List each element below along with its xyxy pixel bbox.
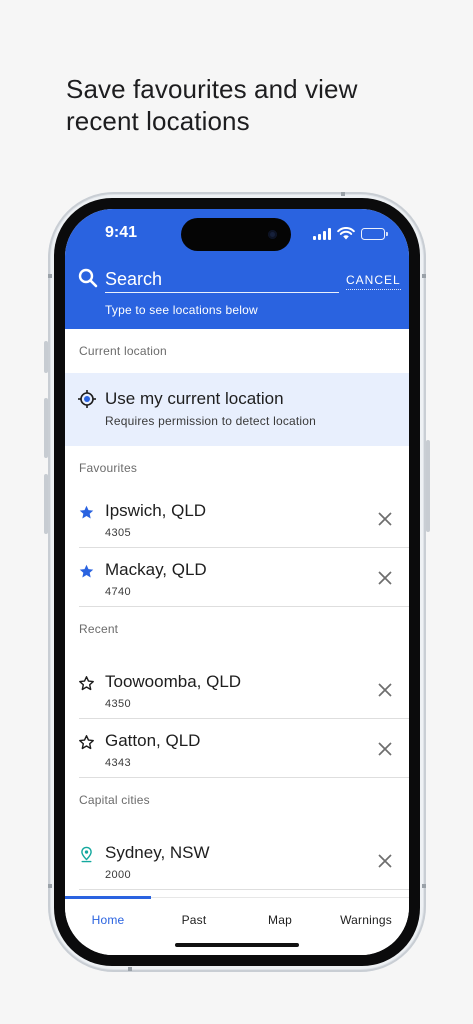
remove-capital-city-button[interactable]	[374, 850, 396, 872]
list-item-favourite[interactable]: Mackay, QLD 4740	[65, 549, 409, 607]
location-name: Gatton, QLD	[105, 731, 201, 750]
antenna-line	[128, 967, 132, 971]
current-location-title: Use my current location	[105, 389, 284, 408]
location-name: Mackay, QLD	[105, 560, 207, 579]
status-time: 9:41	[105, 224, 138, 241]
close-icon	[378, 683, 392, 697]
remove-favourite-button[interactable]	[374, 567, 396, 589]
remove-recent-button[interactable]	[374, 738, 396, 760]
location-name: Toowoomba, QLD	[105, 672, 242, 691]
promo-headline-line-1: Save favourites and view	[66, 74, 358, 104]
antenna-line	[422, 274, 426, 278]
tab-map[interactable]: Map	[237, 913, 323, 927]
list-divider	[79, 889, 409, 890]
list-divider	[79, 606, 409, 607]
remove-favourite-button[interactable]	[374, 508, 396, 530]
volume-up-button	[44, 398, 48, 458]
close-icon	[378, 571, 392, 585]
search-input[interactable]	[105, 267, 339, 293]
cancel-button[interactable]: CANCEL	[346, 273, 401, 290]
home-indicator[interactable]	[175, 943, 299, 947]
antenna-line	[48, 884, 52, 888]
promo-headline: Save favourites and view recent location…	[66, 73, 426, 137]
location-postcode: 4305	[105, 527, 132, 539]
current-location-subtitle: Requires permission to detect location	[105, 414, 317, 428]
antenna-line	[48, 274, 52, 278]
signal-icon	[313, 227, 331, 240]
location-name: Ipswich, QLD	[105, 501, 207, 520]
list-item-favourite[interactable]: Ipswich, QLD 4305	[65, 490, 409, 548]
tab-home[interactable]: Home	[65, 913, 151, 927]
list-divider	[79, 718, 409, 719]
search-header: 9:41 CANCEL Type to see locations below	[65, 209, 409, 329]
location-name: Sydney, NSW	[105, 843, 210, 862]
list-divider	[79, 777, 409, 778]
list-item-recent[interactable]: Toowoomba, QLD 4350	[65, 661, 409, 719]
close-icon	[378, 512, 392, 526]
section-label-recent: Recent	[79, 622, 119, 636]
location-pin-icon	[81, 846, 92, 863]
battery-icon	[361, 227, 388, 240]
star-outline-icon	[79, 735, 94, 750]
location-postcode: 4343	[105, 757, 132, 769]
location-postcode: 2000	[105, 869, 132, 881]
tab-past[interactable]: Past	[151, 913, 237, 927]
search-hint: Type to see locations below	[105, 303, 258, 317]
status-icons	[313, 227, 388, 240]
location-postcode: 4740	[105, 586, 132, 598]
crosshair-icon	[78, 390, 96, 408]
active-tab-indicator	[65, 896, 151, 899]
star-filled-icon	[79, 564, 94, 578]
tab-warnings[interactable]: Warnings	[323, 913, 409, 927]
list-divider	[79, 547, 409, 548]
star-outline-icon	[79, 676, 94, 691]
section-label-capital-cities: Capital cities	[79, 793, 150, 807]
close-icon	[378, 854, 392, 868]
remove-recent-button[interactable]	[374, 679, 396, 701]
antenna-line	[422, 884, 426, 888]
power-button	[426, 440, 430, 532]
volume-down-button	[44, 474, 48, 534]
location-postcode: 4350	[105, 698, 132, 710]
action-button	[44, 341, 48, 373]
section-label-favourites: Favourites	[79, 461, 138, 475]
camera-lens	[268, 230, 277, 239]
close-icon	[378, 742, 392, 756]
promo-headline-line-2: recent locations	[66, 106, 250, 136]
list-item-recent[interactable]: Gatton, QLD 4343	[65, 720, 409, 778]
phone-screen: 9:41 CANCEL Type to see locations below …	[65, 209, 409, 955]
list-item-capital-city[interactable]: Sydney, NSW 2000	[65, 832, 409, 890]
search-icon	[78, 268, 98, 288]
antenna-line	[341, 192, 345, 196]
use-current-location-button[interactable]: Use my current location Requires permiss…	[65, 373, 409, 446]
star-filled-icon	[79, 505, 94, 519]
wifi-icon	[337, 227, 355, 240]
dynamic-island	[181, 218, 291, 251]
section-label-current-location: Current location	[79, 344, 167, 358]
